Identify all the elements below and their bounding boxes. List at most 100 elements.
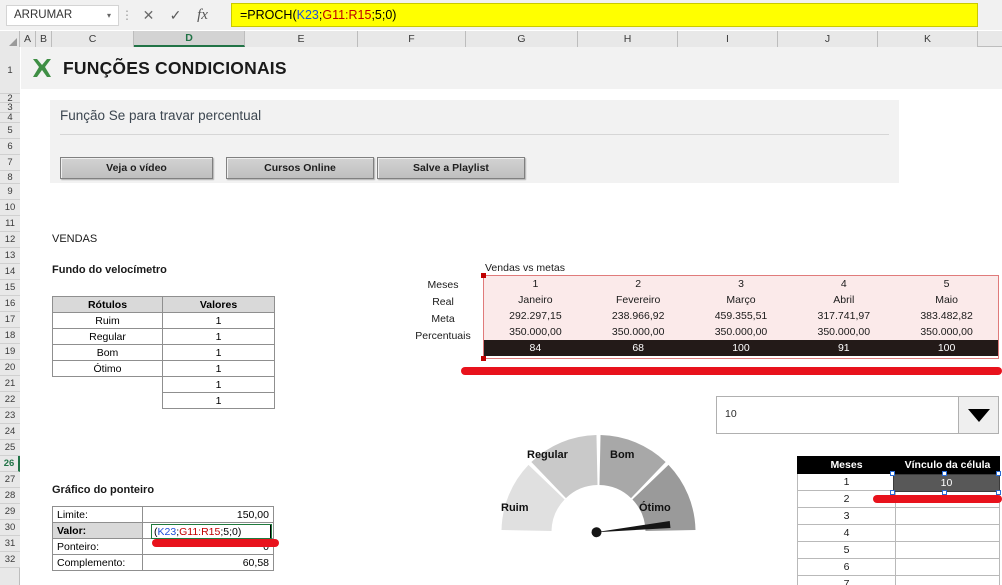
pointer-value-cell[interactable]: 150,00 [142,506,274,523]
column-header-d[interactable]: D [134,31,245,47]
row-header-26[interactable]: 26 [0,456,20,472]
row-header-13[interactable]: 13 [0,248,20,264]
valor-cell[interactable]: 1 [162,360,275,377]
rotulo-cell[interactable]: Bom [52,344,163,361]
vvm-cell-meses-3[interactable]: Março [689,292,793,308]
vvm-cell-real-5[interactable]: 383.482,82 [895,308,998,324]
table-row[interactable]: Complemento: 60,58 [52,554,274,571]
vvm-cell-index-3[interactable]: 3 [689,276,793,292]
object-handle-tl[interactable] [890,471,895,476]
vinculo-cell[interactable] [895,524,1000,542]
row-header-31[interactable]: 31 [0,536,20,552]
mes-cell[interactable]: 1 [797,473,896,491]
row-header-6[interactable]: 6 [0,139,20,155]
chevron-down-icon[interactable] [958,397,998,433]
gauge-background-table[interactable]: Rótulos Valores Ruim 1 Regular 1 Bom 1 Ótimo 1 1… [52,296,275,409]
vvm-cell-meta-1[interactable]: 350.000,00 [484,324,587,340]
vvm-cell-meta-2[interactable]: 350.000,00 [586,324,690,340]
row-header-24[interactable]: 24 [0,424,20,440]
vvm-cell-real-2[interactable]: 238.966,92 [586,308,690,324]
vvm-cell-meses-2[interactable]: Fevereiro [586,292,690,308]
column-header-h[interactable]: H [578,31,678,47]
table-row[interactable]: Limite: 150,00 [52,506,274,523]
vvm-cell-percentuais-1[interactable]: 84 [484,340,587,356]
table-row[interactable]: 5 [797,541,1000,559]
vendas-vs-metas-range[interactable]: 1 2 3 4 5 Janeiro Fevereiro Março Abril Maio 292.2… [483,275,999,359]
valor-cell[interactable]: 1 [162,392,275,409]
vendas-vs-metas-table[interactable]: 1 2 3 4 5 Janeiro Fevereiro Março Abril Maio 292.2… [484,276,998,356]
vvm-row-meta[interactable]: 350.000,00 350.000,00 350.000,00 350.000,00… [484,324,998,340]
pointer-value-cell[interactable]: 60,58 [142,554,274,571]
mes-cell[interactable]: 7 [797,575,896,585]
vvm-cell-real-4[interactable]: 317.741,97 [792,308,896,324]
row-header-7[interactable]: 7 [0,155,20,171]
vvm-row-index[interactable]: 12345 [484,276,998,292]
vvm-row-percentuais[interactable]: 84 68 100 91 100 [484,340,998,356]
column-header-a[interactable]: A [20,31,36,47]
name-box[interactable]: ARRUMAR ▾ [6,4,119,26]
cursos-online-button[interactable]: Cursos Online [226,157,374,179]
pointer-label-cell[interactable]: Valor: [52,522,143,539]
vinculo-cell[interactable] [895,558,1000,576]
mes-cell[interactable]: 4 [797,524,896,542]
valor-cell[interactable]: 1 [162,312,275,329]
valor-cell[interactable]: 1 [162,344,275,361]
row-header-15[interactable]: 15 [0,280,20,296]
range-handle-top-left[interactable] [481,273,486,278]
row-header-19[interactable]: 19 [0,344,20,360]
column-header-e[interactable]: E [245,31,358,47]
chevron-down-icon[interactable]: ▾ [104,11,118,20]
veja-o-video-button[interactable]: Veja o vídeo [60,157,213,179]
fx-icon[interactable]: fx [189,4,216,26]
row-header-9[interactable]: 9 [0,184,20,200]
cancel-icon[interactable]: ✕ [135,4,162,26]
row-header-10[interactable]: 10 [0,200,20,216]
pointer-label-cell[interactable]: Ponteiro: [52,538,143,555]
column-header-j[interactable]: J [778,31,878,47]
column-header-k[interactable]: K [878,31,978,47]
row-header-2[interactable]: 2 [0,94,20,103]
vvm-cell-meses-1[interactable]: Janeiro [484,292,587,308]
row-header-27[interactable]: 27 [0,472,20,488]
rotulo-cell[interactable] [53,393,163,409]
row-header-30[interactable]: 30 [0,520,20,536]
vinculo-cell[interactable] [895,575,1000,585]
pointer-label-cell[interactable]: Complemento: [52,554,143,571]
speedometer-gauge-chart[interactable]: Ruim Regular Bom Ótimo [491,427,706,562]
month-combo-box[interactable]: 10 [716,396,999,434]
object-handle-tc[interactable] [942,471,947,476]
vvm-row-real[interactable]: 292.297,15 238.966,92 459.355,51 317.741,97… [484,308,998,324]
vvm-cell-meses-4[interactable]: Abril [792,292,896,308]
row-header-11[interactable]: 11 [0,216,20,232]
table-row[interactable]: Regular 1 [52,328,275,345]
row-header-23[interactable]: 23 [0,408,20,424]
table-row[interactable]: Bom 1 [52,344,275,361]
row-header-16[interactable]: 16 [0,296,20,312]
row-header-21[interactable]: 21 [0,376,20,392]
column-header-i[interactable]: I [678,31,778,47]
column-header-f[interactable]: F [358,31,466,47]
table-row[interactable]: Ótimo 1 [52,360,275,377]
vvm-row-meses[interactable]: Janeiro Fevereiro Março Abril Maio [484,292,998,308]
select-all-corner[interactable] [0,31,20,47]
cell-editor-valor[interactable]: (K23; G11:R15 ;5;0) [151,524,272,539]
vvm-cell-index-4[interactable]: 4 [792,276,896,292]
row-header-12[interactable]: 12 [0,232,20,248]
row-header-22[interactable]: 22 [0,392,20,408]
vvm-cell-percentuais-4[interactable]: 91 [792,340,896,356]
worksheet-canvas[interactable]: FUNÇÕES CONDICIONAIS Função Se para trav… [21,47,1002,585]
vvm-cell-real-1[interactable]: 292.297,15 [484,308,587,324]
table-row[interactable]: Ruim 1 [52,312,275,329]
row-header-8[interactable]: 8 [0,171,20,184]
row-header-3[interactable]: 3 [0,103,20,113]
table-row[interactable]: 6 [797,558,1000,576]
check-icon[interactable]: ✓ [162,4,189,26]
vvm-cell-percentuais-2[interactable]: 68 [586,340,690,356]
rotulo-cell[interactable] [53,377,163,393]
vvm-cell-index-5[interactable]: 5 [895,276,998,292]
mes-cell[interactable]: 6 [797,558,896,576]
vvm-cell-meta-4[interactable]: 350.000,00 [792,324,896,340]
mes-cell[interactable]: 3 [797,507,896,525]
vvm-cell-percentuais-5[interactable]: 100 [895,340,998,356]
vvm-cell-index-2[interactable]: 2 [586,276,690,292]
